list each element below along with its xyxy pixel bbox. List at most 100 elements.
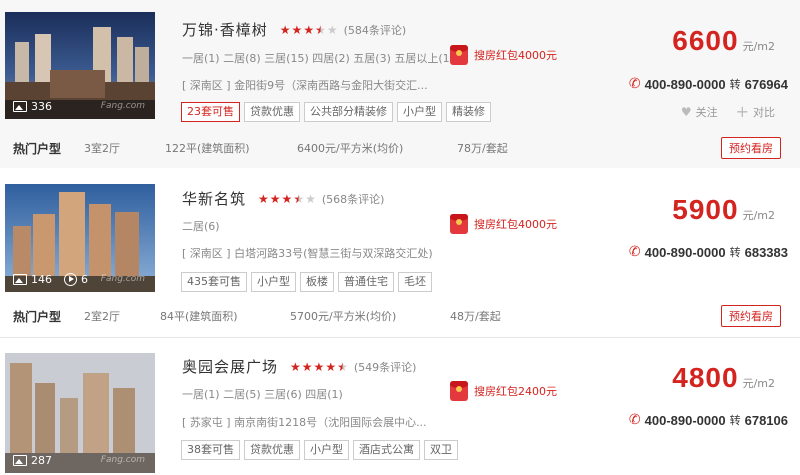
divider [0, 337, 800, 338]
star-icon: ★ [325, 359, 337, 374]
follow-label: 关注 [695, 106, 718, 119]
star-icon: ★ [279, 22, 291, 37]
tag: 435套可售 [181, 272, 247, 292]
hot-layout-area: 84平(建筑面积) [160, 310, 238, 323]
listing-title[interactable]: 华新名筑 [182, 188, 246, 209]
listing-card: 287 Fang.com 奥园会展广场 ★ ★ ★ ★ ★ (549条评论) 一… [0, 346, 800, 475]
tag-list: 23套可售 贷款优惠 公共部分精装修 小户型 精装修 [181, 102, 491, 122]
hot-layout-row: 热门户型 3室2厅 122平(建筑面积) 6400元/平方米(均价) 78万/套… [0, 137, 800, 159]
price: 5900 元/m2 [672, 194, 775, 226]
photo-count: 146 6 [13, 273, 88, 286]
video-count-value: 6 [81, 273, 88, 286]
price: 4800 元/m2 [672, 362, 775, 394]
price-value: 6600 [672, 25, 739, 56]
review-count[interactable]: (549条评论) [354, 359, 417, 375]
tag: 公共部分精装修 [304, 102, 393, 122]
tag: 小户型 [251, 272, 296, 292]
rating-stars: ★ ★ ★ ★ ★ [258, 193, 316, 205]
heart-icon: ♥ [680, 105, 692, 119]
star-icon: ★ [301, 359, 313, 374]
phone-extension: 678106 [744, 412, 788, 428]
price-value: 4800 [672, 362, 739, 393]
tag: 23套可售 [181, 102, 240, 122]
hongbao-offer[interactable]: 搜房红包2400元 [450, 381, 557, 401]
phone-icon: ✆ [628, 244, 641, 260]
tag: 小户型 [304, 440, 349, 460]
hongbao-icon [450, 45, 468, 65]
phone-transfer: 转 [729, 78, 741, 91]
title-row: 华新名筑 ★ ★ ★ ★ ★ (568条评论) [182, 188, 384, 209]
phone-transfer: 转 [729, 246, 741, 259]
layout-counts: 二居(6) [182, 220, 220, 233]
video-icon [64, 273, 77, 286]
hongbao-icon [450, 214, 468, 234]
hongbao-offer[interactable]: 搜房红包4000元 [450, 214, 557, 234]
tag-list: 435套可售 小户型 板楼 普通住宅 毛坯 [181, 272, 432, 292]
listing-card: 336 Fang.com 万锦·香樟树 ★ ★ ★ ★ ★ (584条评论) 一… [0, 0, 800, 168]
watermark: Fang.com [100, 455, 145, 465]
star-icon: ★ [315, 22, 326, 37]
phone-transfer: 转 [729, 414, 741, 427]
hot-layout-rooms[interactable]: 2室2厅 [84, 308, 120, 324]
watermark: Fang.com [100, 274, 145, 284]
compare-button[interactable]: + 对比 [736, 104, 775, 120]
tag: 毛坯 [398, 272, 432, 292]
tag: 精装修 [446, 102, 491, 122]
rating-stars: ★ ★ ★ ★ ★ [280, 24, 338, 36]
hot-layout-area: 122平(建筑面积) [165, 142, 250, 155]
hot-layout-row: 热门户型 2室2厅 84平(建筑面积) 5700元/平方米(均价) 48万/套起… [0, 305, 800, 327]
hot-layout-unit-price: 5700元/平方米(均价) [290, 310, 397, 323]
review-count[interactable]: (584条评论) [344, 22, 407, 38]
phone-number: 400-890-0000 [644, 412, 726, 428]
phone-number: 400-890-0000 [644, 244, 726, 260]
star-icon: ★ [281, 191, 293, 206]
star-icon: ★ [291, 22, 303, 37]
tag: 小户型 [397, 102, 442, 122]
hongbao-text: 搜房红包4000元 [474, 218, 557, 231]
listing-title[interactable]: 奥园会展广场 [182, 356, 278, 377]
picture-icon [13, 455, 27, 466]
phone-number: 400-890-0000 [644, 76, 726, 92]
layout-counts: 一居(1) 二居(8) 三居(15) 四居(2) 五居(3) 五居以上(1) [182, 52, 454, 65]
listing-photo[interactable]: 146 6 Fang.com [5, 184, 155, 292]
review-count[interactable]: (568条评论) [322, 191, 385, 207]
listing-photo[interactable]: 287 Fang.com [5, 353, 155, 473]
book-visit-button[interactable]: 预约看房 [721, 137, 781, 159]
watermark: Fang.com [100, 101, 145, 111]
hot-layout-total: 78万/套起 [457, 142, 508, 155]
book-visit-button[interactable]: 预约看房 [721, 305, 781, 327]
follow-button[interactable]: ♥ 关注 [681, 104, 718, 120]
actions: ♥ 关注 + 对比 [681, 104, 775, 120]
hot-layout-label: 热门户型 [13, 141, 62, 156]
phone-icon: ✆ [628, 76, 641, 92]
price-unit: 元/m2 [742, 40, 775, 53]
star-icon: ★ [293, 191, 305, 206]
tag: 双卫 [424, 440, 458, 460]
listing-title[interactable]: 万锦·香樟树 [182, 19, 268, 40]
phone-extension: 676964 [744, 76, 788, 92]
hot-layout-rooms[interactable]: 3室2厅 [84, 140, 120, 156]
tag: 贷款优惠 [244, 102, 300, 122]
hot-layout-total: 48万/套起 [450, 310, 501, 323]
phone-extension: 683383 [744, 244, 788, 260]
hongbao-text: 搜房红包2400元 [474, 385, 557, 398]
title-row: 奥园会展广场 ★ ★ ★ ★ ★ (549条评论) [182, 356, 416, 377]
tag: 板楼 [300, 272, 334, 292]
photo-count-value: 287 [31, 454, 52, 467]
photo-count-value: 146 [31, 273, 52, 286]
phone: ✆ 400-890-0000 转 678106 [629, 412, 788, 428]
price-value: 5900 [672, 194, 739, 225]
hongbao-offer[interactable]: 搜房红包4000元 [450, 45, 557, 65]
listing-photo[interactable]: 336 Fang.com [5, 12, 155, 119]
layout-counts: 一居(1) 二居(5) 三居(6) 四居(1) [182, 388, 343, 401]
star-icon: ★ [326, 22, 338, 37]
plus-icon: + [735, 102, 749, 121]
hot-layout-label: 热门户型 [13, 309, 62, 324]
title-row: 万锦·香樟树 ★ ★ ★ ★ ★ (584条评论) [182, 19, 406, 40]
hongbao-text: 搜房红包4000元 [474, 49, 557, 62]
star-icon: ★ [337, 359, 348, 374]
star-icon: ★ [290, 359, 301, 374]
photo-count-value: 336 [31, 100, 52, 113]
rating-stars: ★ ★ ★ ★ ★ [290, 361, 348, 373]
star-icon: ★ [258, 191, 269, 206]
